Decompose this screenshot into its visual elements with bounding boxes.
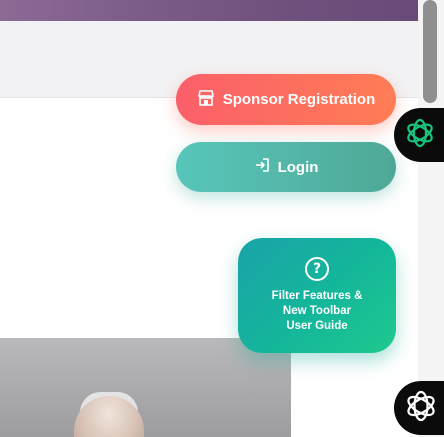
login-arrow-icon (254, 157, 270, 177)
profile-photo[interactable] (0, 338, 291, 437)
login-button[interactable]: Login (176, 142, 396, 192)
openai-logo-icon (402, 387, 440, 429)
openai-logo-icon (402, 115, 438, 155)
guide-line-1: Filter Features & (271, 290, 363, 302)
hero-banner (0, 0, 418, 21)
ai-chat-button[interactable] (394, 381, 444, 435)
storefront-icon (197, 89, 215, 110)
scrollbar-thumb[interactable] (423, 0, 437, 103)
ai-assistant-button[interactable] (394, 108, 444, 162)
guide-line-3: User Guide (286, 320, 348, 332)
question-circle-icon: ? (305, 257, 329, 281)
user-guide-text: Filter Features & New Toolbar User Guide (272, 289, 363, 334)
guide-line-2: New Toolbar (282, 305, 352, 317)
sponsor-registration-button[interactable]: Sponsor Registration (176, 74, 396, 125)
page: Sponsor Registration Login ? Filter Feat… (0, 0, 444, 437)
user-guide-button[interactable]: ? Filter Features & New Toolbar User Gui… (238, 238, 396, 353)
login-label: Login (277, 158, 319, 176)
sponsor-registration-label: Sponsor Registration (222, 91, 376, 108)
